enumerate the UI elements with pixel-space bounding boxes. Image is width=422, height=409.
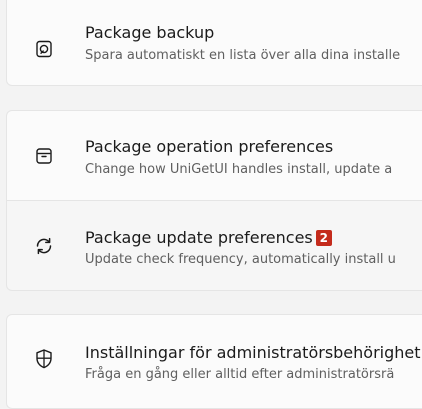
admin-rights-title: Inställningar för administratörsbehörigh… bbox=[85, 343, 421, 362]
package-backup-card[interactable]: Package backup Spara automatiskt en list… bbox=[6, 0, 422, 86]
package-operation-title: Package operation preferences bbox=[85, 137, 334, 156]
package-update-title-text: Package update preferences bbox=[85, 228, 313, 247]
admin-rights-card[interactable]: Inställningar för administratörsbehörigh… bbox=[6, 314, 422, 409]
admin-rights-subtitle: Fråga en gång eller alltid efter adminis… bbox=[85, 367, 395, 382]
package-box-icon bbox=[31, 143, 57, 169]
package-update-subtitle: Update check frequency, automatically in… bbox=[85, 252, 396, 267]
shield-icon bbox=[31, 346, 57, 372]
package-backup-subtitle: Spara automatiskt en lista över alla din… bbox=[85, 48, 401, 63]
package-operation-subtitle: Change how UniGetUI handles install, upd… bbox=[85, 162, 393, 177]
package-backup-icon bbox=[31, 36, 57, 62]
package-backup-title: Package backup bbox=[85, 23, 215, 42]
package-update-title: Package update preferences 2 bbox=[85, 228, 332, 247]
refresh-icon bbox=[31, 233, 57, 259]
package-update-card[interactable]: Package update preferences 2 Update chec… bbox=[6, 200, 422, 291]
package-operation-card[interactable]: Package operation preferences Change how… bbox=[6, 110, 422, 200]
update-count-badge: 2 bbox=[315, 229, 332, 246]
